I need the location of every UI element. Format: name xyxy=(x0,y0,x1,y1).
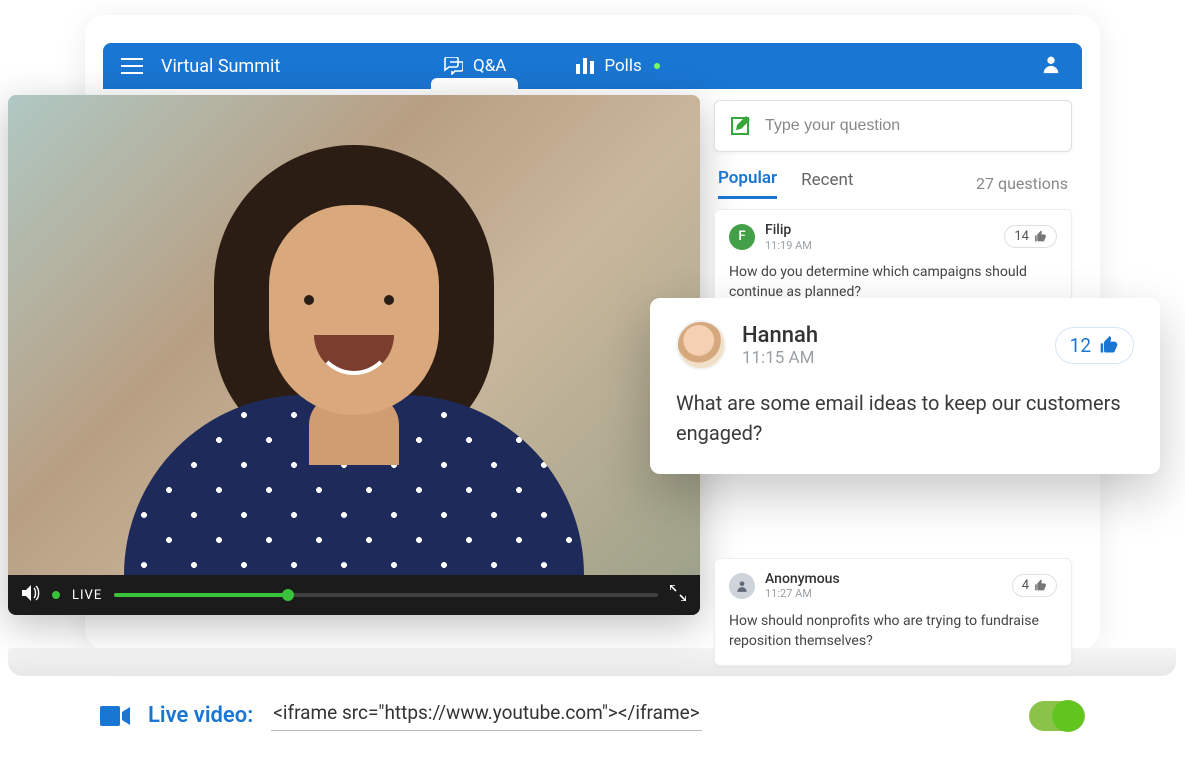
like-button[interactable]: 12 xyxy=(1055,327,1134,364)
question-input[interactable] xyxy=(765,117,1057,135)
question-text: How should nonprofits who are trying to … xyxy=(729,611,1057,652)
avatar xyxy=(729,573,755,599)
live-video-toggle[interactable] xyxy=(1029,701,1085,731)
iframe-code-input[interactable]: <iframe src="https://www.youtube.com"></… xyxy=(271,700,701,731)
like-count: 4 xyxy=(1022,578,1029,593)
compose-icon xyxy=(729,115,751,137)
hamburger-menu-icon[interactable] xyxy=(121,58,143,74)
question-count: 27 questions xyxy=(976,174,1068,193)
fullscreen-icon[interactable] xyxy=(670,585,686,605)
polls-new-indicator xyxy=(654,63,660,69)
live-video-label: Live video: xyxy=(148,703,253,728)
live-indicator-dot xyxy=(52,591,60,599)
tab-recent[interactable]: Recent xyxy=(801,170,853,198)
avatar xyxy=(676,320,726,370)
thumbs-up-icon xyxy=(1034,230,1047,243)
tab-polls[interactable]: Polls xyxy=(576,56,659,76)
like-count: 14 xyxy=(1014,229,1029,244)
avatar: F xyxy=(729,224,755,250)
author-name: Anonymous xyxy=(765,571,840,588)
video-controls: LIVE xyxy=(8,575,700,615)
timestamp: 11:19 AM xyxy=(765,239,812,252)
volume-icon[interactable] xyxy=(22,585,40,605)
bar-chart-icon xyxy=(576,58,594,74)
thumbs-up-icon xyxy=(1099,335,1119,355)
thumbs-up-icon xyxy=(1034,579,1047,592)
like-button[interactable]: 14 xyxy=(1004,225,1057,248)
qa-sort-tabs: Popular Recent 27 questions xyxy=(714,168,1072,199)
author-name: Hannah xyxy=(742,323,818,348)
user-profile-icon[interactable] xyxy=(1040,53,1062,79)
question-input-container[interactable] xyxy=(714,100,1072,152)
tab-polls-label: Polls xyxy=(604,56,641,76)
like-count: 12 xyxy=(1070,334,1091,357)
question-card[interactable]: Anonymous 11:27 AM 4 How should nonprofi… xyxy=(714,558,1072,667)
question-text: What are some email ideas to keep our cu… xyxy=(676,388,1134,448)
question-card-highlighted[interactable]: Hannah 11:15 AM 12 What are some email i… xyxy=(650,298,1160,474)
app-header: Virtual Summit Q&A Polls xyxy=(103,43,1082,89)
timestamp: 11:27 AM xyxy=(765,587,840,600)
app-title: Virtual Summit xyxy=(161,56,280,77)
tab-qa-label: Q&A xyxy=(473,56,506,76)
timestamp: 11:15 AM xyxy=(742,348,818,368)
header-tabs: Q&A Polls xyxy=(443,56,660,76)
chat-icon xyxy=(443,57,463,75)
video-progress-bar[interactable] xyxy=(114,593,658,597)
presenter-image xyxy=(94,135,614,615)
live-video-config: Live video: <iframe src="https://www.you… xyxy=(100,700,1085,731)
author-name: Filip xyxy=(765,222,812,239)
question-text: How do you determine which campaigns sho… xyxy=(729,262,1057,303)
tab-popular[interactable]: Popular xyxy=(718,168,777,199)
like-button[interactable]: 4 xyxy=(1012,574,1057,597)
video-player[interactable]: LIVE xyxy=(8,95,700,615)
tab-qa[interactable]: Q&A xyxy=(443,56,506,76)
video-camera-icon xyxy=(100,706,130,726)
live-label: LIVE xyxy=(72,588,102,603)
